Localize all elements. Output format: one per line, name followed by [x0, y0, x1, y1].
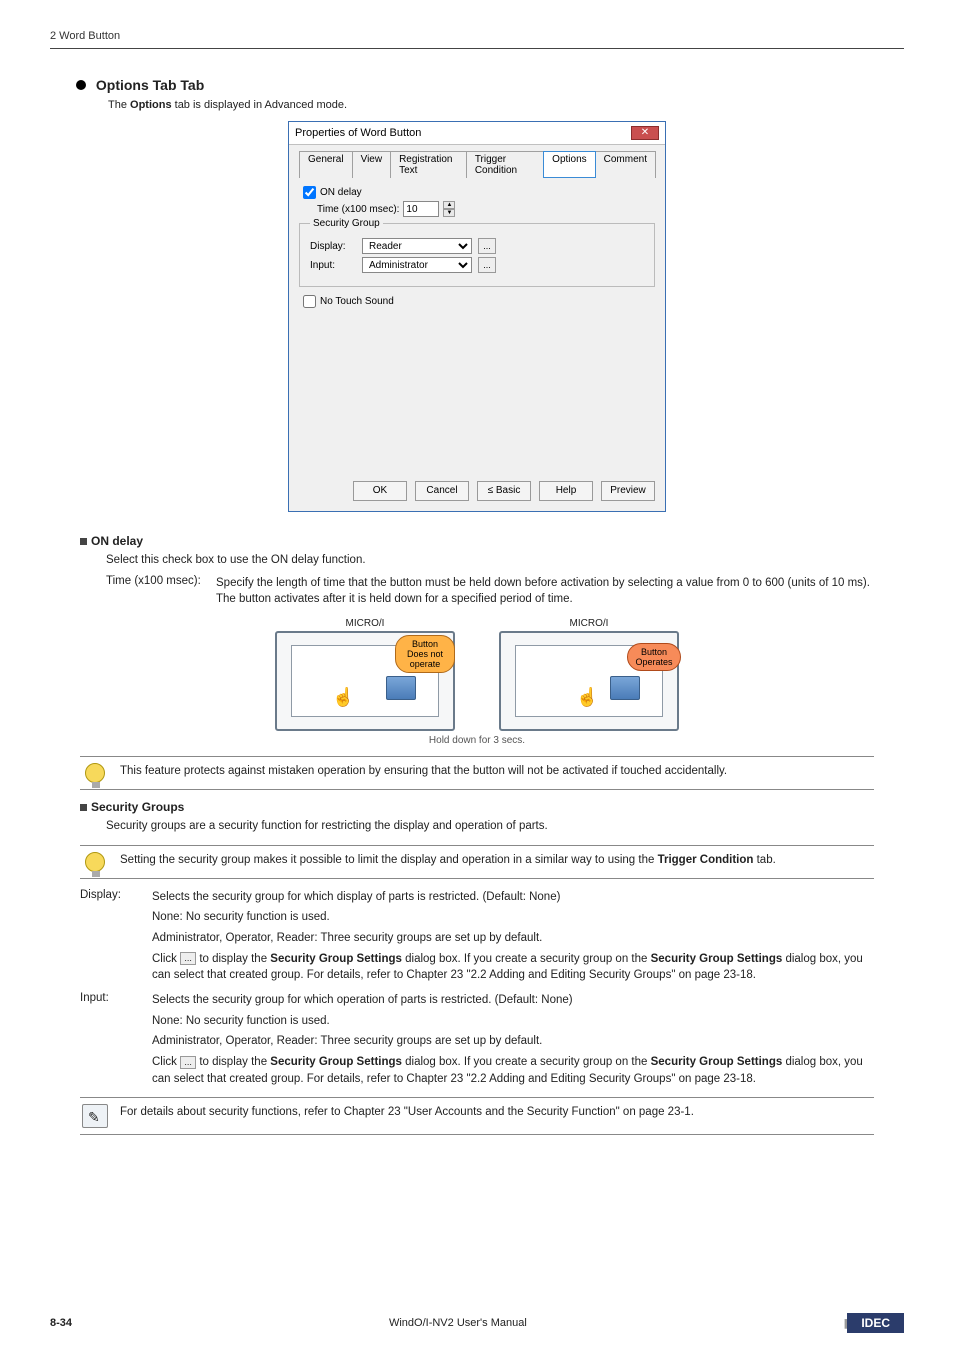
tab-general[interactable]: General	[299, 151, 353, 178]
bubble-right: Button Operates	[627, 643, 681, 671]
dialog-title: Properties of Word Button	[295, 127, 421, 139]
close-icon[interactable]: ✕	[631, 126, 659, 140]
display-def-key: Display:	[80, 889, 152, 906]
display-admin-line: Administrator, Operator, Reader: Three s…	[152, 930, 874, 947]
input-click-line: Click ... to display the Security Group …	[152, 1054, 874, 1087]
security-desc: Security groups are a security function …	[106, 818, 904, 835]
hand-icon: ☝	[576, 687, 598, 708]
page-number: 8-34	[50, 1317, 72, 1329]
options-tab-heading: Options Tab Tab	[76, 77, 904, 93]
display-click-line: Click ... to display the Security Group …	[152, 951, 874, 984]
time-input[interactable]	[403, 201, 439, 217]
tab-comment[interactable]: Comment	[595, 151, 656, 178]
input-none-line: None: No security function is used.	[152, 1013, 874, 1030]
tab-view[interactable]: View	[352, 151, 392, 178]
header-section-title: 2 Word Button	[50, 30, 904, 49]
on-delay-heading: ON delay	[80, 534, 904, 548]
spin-down-icon[interactable]: ▼	[443, 209, 455, 217]
hand-icon: ☝	[332, 687, 354, 708]
input-def-val: Selects the security group for which ope…	[152, 992, 874, 1009]
spin-up-icon[interactable]: ▲	[443, 201, 455, 209]
tab-trigger-condition[interactable]: Trigger Condition	[466, 151, 544, 178]
display-none-line: None: No security function is used.	[152, 909, 874, 926]
on-delay-desc: Select this check box to use the ON dela…	[106, 552, 904, 569]
input-browse-button[interactable]: ...	[478, 257, 496, 273]
input-label: Input:	[310, 260, 356, 271]
basic-button[interactable]: ≤ Basic	[477, 481, 531, 501]
security-groups-heading: Security Groups	[80, 800, 904, 814]
tab-options[interactable]: Options	[543, 151, 595, 178]
hold-label: Hold down for 3 secs.	[50, 735, 904, 746]
dialog-tabs: General View Registration Text Trigger C…	[299, 151, 655, 178]
ok-button[interactable]: OK	[353, 481, 407, 501]
bulb-icon	[85, 852, 105, 872]
display-def-val: Selects the security group for which dis…	[152, 889, 874, 906]
help-button[interactable]: Help	[539, 481, 593, 501]
micro-illustration: MICRO/I ☝ Button Does not operate MICRO/…	[50, 618, 904, 731]
time-key: Time (x100 msec):	[106, 575, 216, 608]
browse-icon[interactable]: ...	[180, 1056, 196, 1069]
input-admin-line: Administrator, Operator, Reader: Three s…	[152, 1033, 874, 1050]
cancel-button[interactable]: Cancel	[415, 481, 469, 501]
on-delay-label: ON delay	[320, 187, 362, 198]
options-tab-intro: The Options tab is displayed in Advanced…	[108, 99, 904, 111]
no-touch-sound-checkbox[interactable]	[303, 295, 316, 308]
no-touch-sound-label: No Touch Sound	[320, 296, 394, 307]
on-delay-note: This feature protects against mistaken o…	[80, 756, 874, 790]
brand-logo: ▮IDEC	[844, 1316, 904, 1330]
security-ref-note: For details about security functions, re…	[80, 1097, 874, 1135]
bulb-icon	[85, 763, 105, 783]
bubble-left: Button Does not operate	[395, 635, 455, 673]
input-def-key: Input:	[80, 992, 152, 1009]
input-select[interactable]: Administrator	[362, 257, 472, 273]
time-label: Time (x100 msec):	[317, 204, 399, 215]
tab-registration-text[interactable]: Registration Text	[390, 151, 467, 178]
browse-icon[interactable]: ...	[180, 952, 196, 965]
preview-button[interactable]: Preview	[601, 481, 655, 501]
bullet-icon	[76, 80, 86, 90]
properties-dialog: Properties of Word Button ✕ General View…	[288, 121, 666, 512]
security-group-fieldset: Security Group Display: Reader ... Input…	[299, 223, 655, 287]
display-browse-button[interactable]: ...	[478, 238, 496, 254]
security-note: Setting the security group makes it poss…	[80, 845, 874, 879]
on-delay-checkbox[interactable]	[303, 186, 316, 199]
reference-icon	[82, 1104, 108, 1128]
display-label: Display:	[310, 241, 356, 252]
time-desc: Specify the length of time that the butt…	[216, 575, 904, 608]
display-select[interactable]: Reader	[362, 238, 472, 254]
manual-title: WindO/I-NV2 User's Manual	[389, 1317, 527, 1329]
